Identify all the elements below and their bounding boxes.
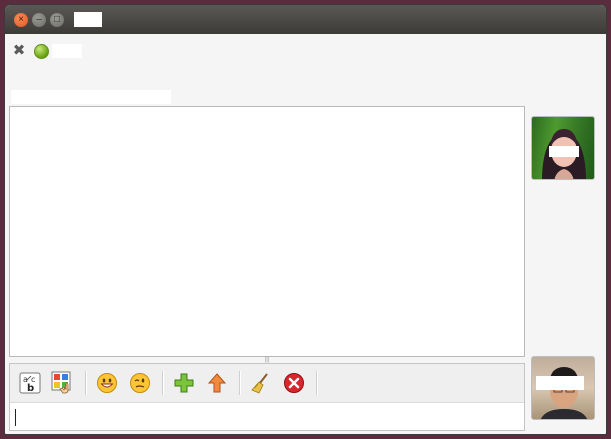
online-status-icon — [34, 43, 49, 59]
upload-icon — [207, 373, 227, 393]
conversation-history[interactable] — [9, 106, 525, 357]
self-avatar[interactable] — [531, 356, 595, 420]
toolbar-separator — [85, 371, 86, 395]
block-contact-button[interactable] — [281, 370, 307, 396]
font-color-icon — [51, 371, 71, 394]
toolbar-separator — [162, 371, 163, 395]
clear-conversation-button[interactable] — [248, 370, 274, 396]
spellcheck-icon: a c b — [19, 372, 41, 394]
insert-smiley-button[interactable] — [94, 370, 120, 396]
send-file-button[interactable] — [204, 370, 230, 396]
toolbar-separator — [316, 371, 317, 395]
close-conversation-icon[interactable]: ✖ — [11, 43, 27, 59]
contact-name — [52, 44, 82, 58]
spellcheck-button[interactable]: a c b — [17, 370, 43, 396]
broom-icon — [251, 373, 268, 394]
message-input[interactable] — [10, 402, 524, 430]
smiley-icon — [97, 373, 117, 393]
contact-status-message — [11, 90, 171, 104]
contact-avatar-label — [549, 146, 579, 157]
font-color-button[interactable] — [50, 370, 76, 396]
formatting-toolbar: a c b — [10, 364, 524, 402]
window-maximize-button[interactable]: □ — [50, 12, 64, 27]
text-caret — [15, 409, 16, 426]
window-minimize-button[interactable]: – — [32, 12, 46, 27]
chat-window: × – □ ✖ ||| a c b — [4, 4, 607, 435]
svg-text:b: b — [27, 383, 34, 394]
toolbar-separator — [239, 371, 240, 395]
wink-smiley-icon — [130, 373, 150, 393]
self-avatar-label — [536, 376, 584, 390]
window-close-button[interactable]: × — [14, 12, 28, 27]
contact-header: ✖ — [11, 43, 82, 59]
add-icon — [174, 373, 194, 393]
window-title — [74, 12, 102, 27]
insert-wink-button[interactable] — [127, 370, 153, 396]
message-composer: a c b — [9, 363, 525, 431]
stop-icon — [284, 373, 304, 393]
contact-avatar[interactable] — [531, 116, 595, 180]
invite-contact-button[interactable] — [171, 370, 197, 396]
title-bar[interactable]: × – □ — [5, 5, 606, 34]
